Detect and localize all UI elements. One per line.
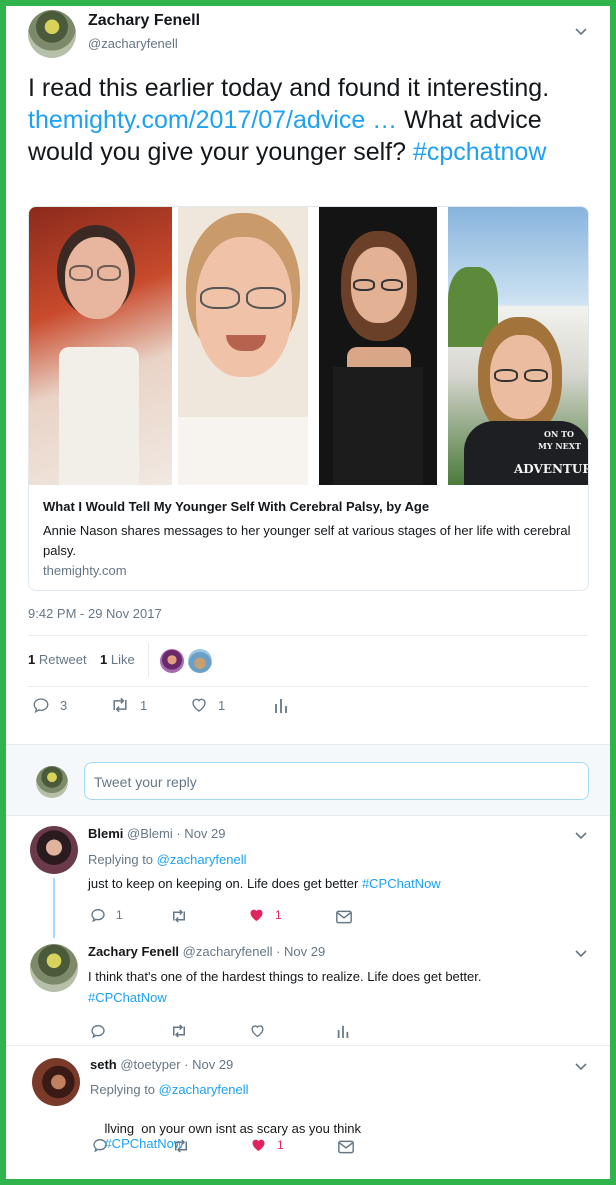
reply-text: llving on your own isnt as scary as you … — [90, 1106, 361, 1166]
like-action[interactable]: 1 — [250, 1137, 284, 1153]
author-name[interactable]: Zachary Fenell — [88, 12, 200, 30]
chevron-down-icon[interactable] — [575, 947, 587, 959]
chevron-down-icon[interactable] — [575, 829, 587, 841]
reply-icon — [33, 698, 49, 714]
reply-header: seth @toetyper · Nov 29 — [90, 1057, 233, 1072]
reply-action[interactable]: 3 — [32, 696, 67, 714]
card-description: Annie Nason shares messages to her young… — [43, 523, 571, 558]
tweet-text-intro: I read this earlier today and found it i… — [28, 74, 550, 102]
like-stats[interactable]: 1 Like — [100, 652, 135, 667]
card-shirt-text-2: MY NEXT — [538, 441, 581, 451]
card-shirt-text-1: ON TO — [544, 429, 574, 439]
divider — [6, 1045, 610, 1046]
replying-to-handle[interactable]: @zacharyfenell — [157, 852, 247, 867]
chevron-down-icon[interactable] — [575, 1060, 587, 1072]
card-photo-adult: ON TO MY NEXT ADVENTURE — [448, 207, 588, 485]
tweet-text: I read this earlier today and found it i… — [28, 72, 598, 168]
hashtag-link[interactable]: #cpchatnow — [413, 138, 546, 166]
like-action[interactable]: 1 — [248, 907, 282, 923]
tweet-link[interactable]: themighty.com/2017/07/advice … — [28, 106, 397, 134]
retweet-count: 1 — [28, 652, 36, 667]
engager-avatar[interactable] — [188, 649, 212, 673]
reply-date[interactable]: · Nov 29 — [276, 944, 325, 959]
reply-input[interactable]: Tweet your reply — [84, 762, 589, 800]
like-action-count: 1 — [218, 697, 226, 713]
hashtag-link[interactable]: #CPChatNow — [362, 876, 441, 891]
like-label: Like — [110, 652, 135, 667]
tweet-timestamp[interactable]: 9:42 PM - 29 Nov 2017 — [28, 606, 162, 621]
card-photo-child — [29, 207, 172, 485]
composer-avatar — [36, 766, 68, 798]
reply-action[interactable]: 1 — [90, 907, 123, 923]
heart-filled-icon — [250, 909, 263, 921]
replying-to-label: Replying to — [90, 1082, 156, 1097]
reply-avatar[interactable] — [30, 826, 78, 874]
analytics-icon[interactable] — [336, 1023, 350, 1039]
direct-message-icon[interactable] — [338, 1140, 354, 1154]
card-image: ON TO MY NEXT ADVENTURE — [29, 207, 588, 485]
card-photo-teen — [178, 207, 308, 485]
reply-date[interactable]: · Nov 29 — [184, 1057, 233, 1072]
tweet-detail-frame: Zachary Fenell @zacharyfenell I read thi… — [0, 0, 616, 1185]
reply-text-body: llving on your own isnt as scary as you … — [104, 1121, 361, 1136]
retweet-icon[interactable] — [170, 908, 188, 924]
like-count: 1 — [275, 908, 282, 922]
card-title[interactable]: What I Would Tell My Younger Self With C… — [43, 499, 578, 514]
chevron-down-icon[interactable] — [575, 25, 587, 37]
heart-icon[interactable] — [249, 1023, 266, 1039]
like-count: 1 — [100, 652, 108, 667]
link-card[interactable]: ON TO MY NEXT ADVENTURE What I Would Tel… — [28, 206, 589, 591]
analytics-icon[interactable] — [273, 696, 289, 714]
reply-count: 1 — [116, 908, 123, 922]
reply-text-body: just to keep on keeping on. Life does ge… — [88, 876, 359, 891]
like-count: 1 — [277, 1138, 284, 1152]
thread-line — [53, 878, 55, 938]
reply-author-name[interactable]: Blemi — [88, 826, 123, 841]
reply-author-handle[interactable]: @toetyper — [120, 1057, 180, 1072]
reply-icon[interactable] — [92, 1137, 108, 1153]
author-avatar[interactable] — [28, 10, 76, 58]
reply-header: Blemi @Blemi · Nov 29 — [88, 826, 226, 841]
retweet-icon — [113, 697, 127, 713]
divider — [28, 686, 588, 687]
direct-message-icon[interactable] — [336, 910, 352, 924]
reply-avatar[interactable] — [30, 944, 78, 992]
reply-text-body: I think that's one of the hardest things… — [88, 969, 482, 984]
reply-date[interactable]: · Nov 29 — [176, 826, 225, 841]
heart-icon — [192, 698, 206, 712]
retweet-label: Retweet — [38, 652, 87, 667]
retweet-action-count: 1 — [140, 697, 148, 713]
card-domain[interactable]: themighty.com — [43, 563, 127, 578]
reply-text: just to keep on keeping on. Life does ge… — [88, 876, 441, 891]
reply-count: 3 — [60, 697, 68, 713]
replying-to: Replying to @zacharyfenell — [88, 852, 246, 867]
replying-to-handle[interactable]: @zacharyfenell — [159, 1082, 249, 1097]
author-handle[interactable]: @zacharyfenell — [88, 36, 178, 51]
like-action[interactable]: 1 — [190, 696, 225, 714]
reply-author-handle[interactable]: @Blemi — [127, 826, 173, 841]
engager-avatar[interactable] — [160, 649, 184, 673]
retweet-action[interactable]: 1 — [110, 696, 147, 714]
reply-icon — [91, 908, 105, 923]
card-shirt-text-3: ADVENTURE — [514, 462, 588, 476]
replying-to: Replying to @zacharyfenell — [90, 1082, 248, 1097]
reply-composer-area: Tweet your reply — [6, 744, 610, 816]
replying-to-label: Replying to — [88, 852, 154, 867]
retweet-stats[interactable]: 1 Retweet — [28, 652, 87, 667]
reply-text: I think that's one of the hardest things… — [88, 966, 558, 1008]
divider — [28, 635, 588, 636]
stats-divider — [148, 643, 149, 677]
reply-author-name[interactable]: seth — [90, 1057, 117, 1072]
reply-avatar[interactable] — [32, 1058, 80, 1106]
reply-author-name[interactable]: Zachary Fenell — [88, 944, 179, 959]
reply-header: Zachary Fenell @zacharyfenell · Nov 29 — [88, 944, 325, 959]
reply-author-handle[interactable]: @zacharyfenell — [183, 944, 273, 959]
retweet-icon[interactable] — [172, 1138, 190, 1154]
heart-filled-icon — [252, 1139, 265, 1151]
retweet-icon[interactable] — [170, 1023, 188, 1039]
reply-icon[interactable] — [90, 1023, 106, 1039]
card-photo-young-adult — [319, 207, 437, 485]
hashtag-link[interactable]: #CPChatNow — [88, 990, 167, 1005]
